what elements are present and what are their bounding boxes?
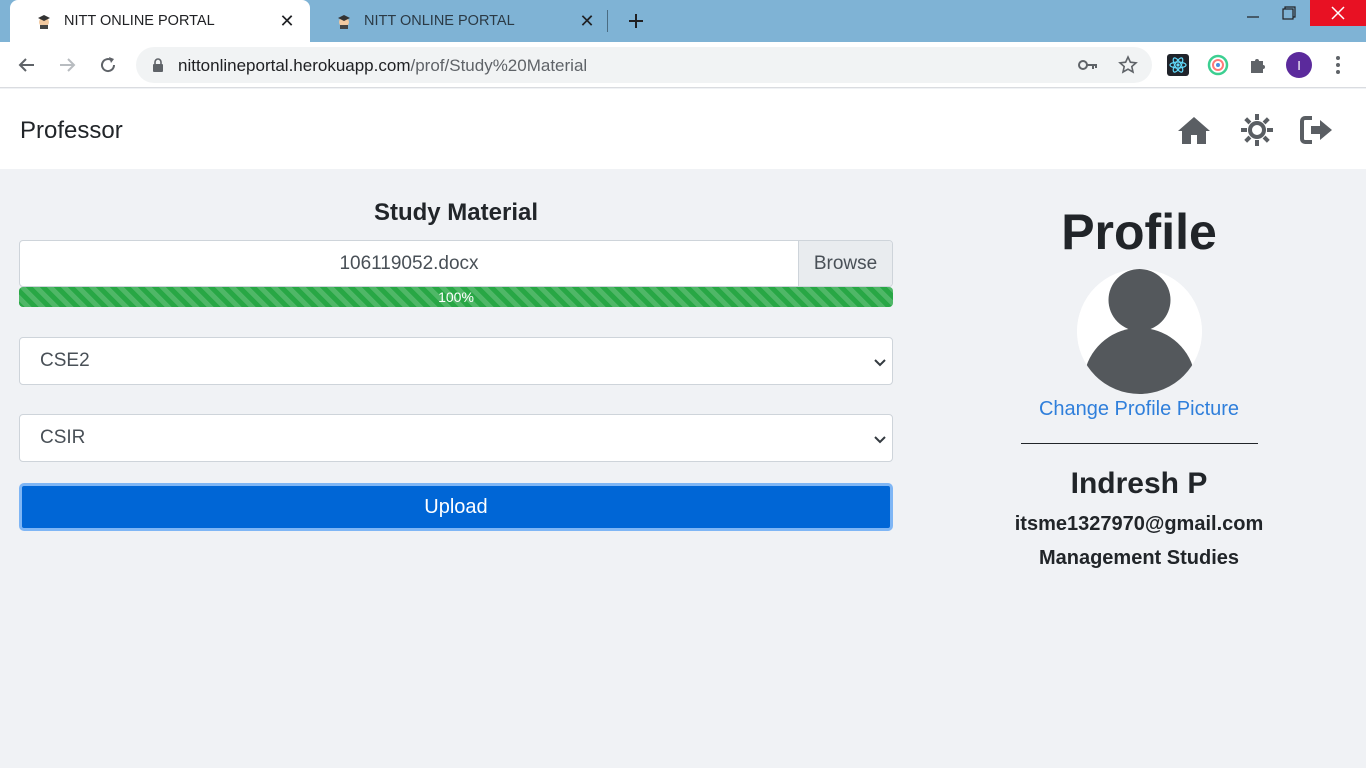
file-upload-input[interactable]: 106119052.docx Browse xyxy=(19,240,893,287)
chevron-down-icon xyxy=(872,431,888,447)
new-tab-plus-icon[interactable] xyxy=(624,9,648,33)
browser-menu-icon[interactable] xyxy=(1328,53,1348,77)
bookmark-star-icon[interactable] xyxy=(1118,55,1138,75)
student-favicon-icon xyxy=(336,13,352,29)
close-tab-icon[interactable]: ✕ xyxy=(278,11,296,31)
extension-circle-icon[interactable] xyxy=(1206,53,1230,77)
url-text: nittonlineportal.herokuapp.com/prof/Stud… xyxy=(178,56,587,76)
extensions-puzzle-icon[interactable] xyxy=(1246,53,1270,77)
upload-progress: 100% xyxy=(19,287,893,307)
student-favicon-icon xyxy=(36,13,52,29)
key-icon[interactable] xyxy=(1078,55,1098,75)
category-select[interactable]: CSIR xyxy=(19,414,893,462)
browser-tab-active[interactable]: NITT ONLINE PORTAL ✕ xyxy=(10,0,310,42)
settings-sun-icon[interactable] xyxy=(1239,113,1275,147)
browser-toolbar: nittonlineportal.herokuapp.com/prof/Stud… xyxy=(0,42,1366,88)
avatar xyxy=(1077,269,1202,394)
profile-divider xyxy=(1021,443,1258,444)
url-host: nittonlineportal.herokuapp.com xyxy=(178,56,411,75)
home-icon[interactable] xyxy=(1176,113,1212,147)
study-material-title: Study Material xyxy=(373,199,539,226)
user-email: itsme1327970@gmail.com xyxy=(1014,513,1264,535)
upload-progress-bar: 100% xyxy=(19,287,893,307)
navbar-brand[interactable]: Professor xyxy=(20,117,123,145)
user-silhouette-icon xyxy=(1077,269,1202,394)
reload-icon[interactable] xyxy=(94,51,122,79)
close-window-icon[interactable] xyxy=(1310,0,1366,26)
maximize-window-icon[interactable] xyxy=(1266,0,1312,26)
category-select-value: CSIR xyxy=(40,427,86,448)
logout-icon[interactable] xyxy=(1299,113,1335,147)
class-select-value: CSE2 xyxy=(40,350,90,371)
app-navbar: Professor xyxy=(0,89,1366,169)
profile-title: Profile xyxy=(1061,204,1217,260)
url-path: /prof/Study%20Material xyxy=(410,56,588,75)
browser-tab-inactive[interactable]: NITT ONLINE PORTAL ✕ xyxy=(310,0,610,42)
browse-button[interactable]: Browse xyxy=(798,241,892,286)
browser-profile-avatar[interactable]: I xyxy=(1286,52,1312,78)
browser-tab-strip: NITT ONLINE PORTAL ✕ NITT ONLINE PORTAL … xyxy=(0,0,1366,42)
change-profile-picture-link[interactable]: Change Profile Picture xyxy=(979,398,1299,421)
lock-icon xyxy=(152,58,164,77)
react-devtools-icon[interactable] xyxy=(1166,53,1190,77)
selected-file-name: 106119052.docx xyxy=(339,253,479,274)
forward-arrow-icon[interactable] xyxy=(53,51,81,79)
close-tab-icon[interactable]: ✕ xyxy=(578,11,596,31)
upload-button[interactable]: Upload xyxy=(19,483,893,531)
user-department: Management Studies xyxy=(1038,547,1240,569)
tab-title: NITT ONLINE PORTAL xyxy=(64,13,215,29)
user-name: Indresh P xyxy=(1070,467,1208,500)
chevron-down-icon xyxy=(872,354,888,370)
back-arrow-icon[interactable] xyxy=(13,51,41,79)
tab-title: NITT ONLINE PORTAL xyxy=(364,13,515,29)
address-bar[interactable]: nittonlineportal.herokuapp.com/prof/Stud… xyxy=(136,47,1152,83)
tab-separator xyxy=(607,10,608,32)
class-select[interactable]: CSE2 xyxy=(19,337,893,385)
